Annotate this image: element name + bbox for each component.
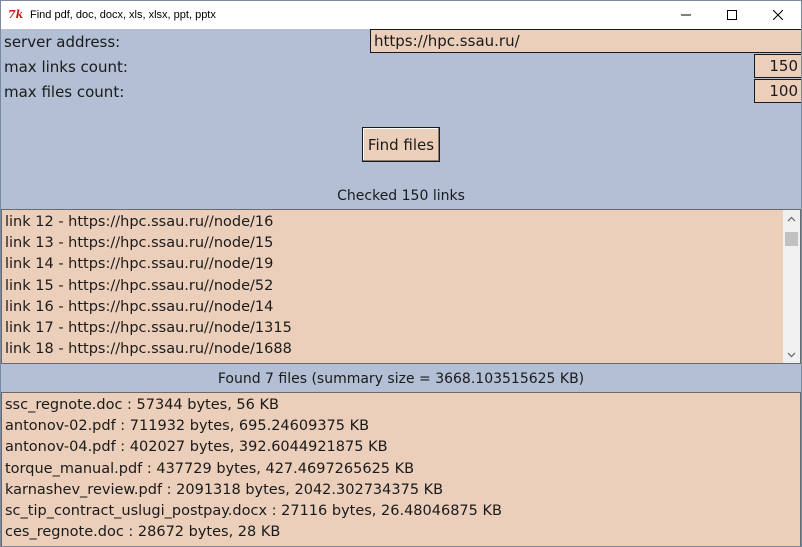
window-controls	[663, 1, 801, 29]
link-list-item[interactable]: link 12 - https://hpc.ssau.ru//node/16	[5, 212, 780, 233]
file-list-item[interactable]: torque_manual.pdf : 437729 bytes, 427.46…	[5, 459, 780, 480]
close-button[interactable]	[755, 1, 801, 29]
minimize-button[interactable]	[663, 1, 709, 29]
chevron-up-icon	[787, 216, 796, 221]
close-icon	[773, 10, 783, 20]
link-list-item[interactable]: link 17 - https://hpc.ssau.ru//node/1315	[5, 318, 780, 339]
link-list-item[interactable]: link 16 - https://hpc.ssau.ru//node/14	[5, 297, 780, 318]
maximize-button[interactable]	[709, 1, 755, 29]
file-list-item[interactable]: antonov-02.pdf : 711932 bytes, 695.24609…	[5, 416, 780, 437]
files-status: Found 7 files (summary size = 3668.10351…	[217, 371, 585, 387]
links-list: link 12 - https://hpc.ssau.ru//node/16 li…	[5, 212, 780, 360]
max-links-label: max links count:	[4, 58, 128, 76]
window-title: Find pdf, doc, docx, xls, xlsx, ppt, ppt…	[30, 9, 216, 21]
link-list-item[interactable]: link 15 - https://hpc.ssau.ru//node/52	[5, 276, 780, 297]
link-list-item[interactable]: link 14 - https://hpc.ssau.ru//node/19	[5, 254, 780, 275]
find-files-button[interactable]: Find files	[362, 127, 440, 162]
file-list-item[interactable]: antonov-04.pdf : 402027 bytes, 392.60449…	[5, 437, 780, 458]
file-list-item[interactable]: karnashev_review.pdf : 2091318 bytes, 20…	[5, 480, 780, 501]
app-window: 7k Find pdf, doc, docx, xls, xlsx, ppt, …	[0, 0, 802, 547]
file-list-item[interactable]: ces_regnote.doc : 28672 bytes, 28 KB	[5, 522, 780, 543]
files-list: ssc_regnote.doc : 57344 bytes, 56 KB anto…	[5, 395, 780, 543]
links-scrollbar[interactable]	[783, 210, 800, 363]
max-links-input[interactable]: 150	[754, 54, 801, 78]
file-list-item[interactable]: sc_tip_contract_uslugi_postpay.docx : 27…	[5, 501, 780, 522]
file-list-item[interactable]: ssc_regnote.doc : 57344 bytes, 56 KB	[5, 395, 780, 416]
maximize-icon	[727, 10, 737, 20]
files-listbox[interactable]: ssc_regnote.doc : 57344 bytes, 56 KB anto…	[1, 392, 801, 546]
scroll-up-button[interactable]	[783, 210, 800, 227]
scroll-thumb[interactable]	[785, 232, 798, 246]
links-listbox[interactable]: link 12 - https://hpc.ssau.ru//node/16 li…	[1, 209, 801, 364]
max-files-input[interactable]: 100	[754, 79, 801, 103]
chevron-down-icon	[787, 352, 796, 357]
link-list-item[interactable]: link 13 - https://hpc.ssau.ru//node/15	[5, 233, 780, 254]
tk-feather-icon: 7k	[8, 8, 24, 21]
scroll-down-button[interactable]	[783, 346, 800, 363]
minimize-icon	[681, 14, 691, 16]
title-bar[interactable]: 7k Find pdf, doc, docx, xls, xlsx, ppt, …	[1, 1, 801, 29]
server-address-label: server address:	[4, 33, 121, 51]
links-status: Checked 150 links	[337, 188, 465, 204]
link-list-item[interactable]: link 18 - https://hpc.ssau.ru//node/1688	[5, 339, 780, 360]
server-address-input[interactable]: https://hpc.ssau.ru/	[370, 29, 801, 53]
max-files-label: max files count:	[4, 83, 125, 101]
